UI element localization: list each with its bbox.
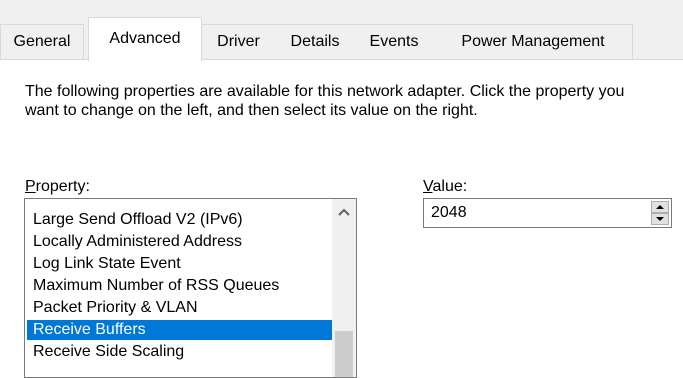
scroll-thumb[interactable] bbox=[335, 331, 353, 377]
property-scrollbar[interactable] bbox=[332, 199, 356, 377]
advanced-tab-panel: The following properties are available f… bbox=[0, 60, 683, 378]
value-label: Value: bbox=[423, 178, 468, 195]
property-item-packet-priority-vlan[interactable]: Packet Priority & VLAN bbox=[27, 298, 332, 318]
property-item-receive-side-scaling[interactable]: Receive Side Scaling bbox=[27, 342, 332, 362]
property-item-maximum-number-of-rss-queues[interactable]: Maximum Number of RSS Queues bbox=[27, 276, 332, 296]
scroll-up-button[interactable] bbox=[332, 199, 356, 221]
property-item-receive-buffers[interactable]: Receive Buffers bbox=[27, 320, 332, 340]
tab-power-management[interactable]: Power Management bbox=[434, 24, 633, 59]
tab-events[interactable]: Events bbox=[354, 24, 435, 59]
description-text: The following properties are available f… bbox=[25, 83, 625, 119]
property-listbox[interactable]: Large Send Offload V2 (IPv6) Locally Adm… bbox=[24, 198, 357, 378]
value-spinbox[interactable]: 2048 bbox=[423, 198, 672, 228]
triangle-up-icon bbox=[656, 205, 664, 209]
tab-driver[interactable]: Driver bbox=[201, 24, 277, 59]
property-label: Property: bbox=[25, 178, 90, 195]
tab-general[interactable]: General bbox=[0, 24, 84, 59]
property-item-large-send-offload-v2-ipv6[interactable]: Large Send Offload V2 (IPv6) bbox=[27, 210, 332, 230]
property-item-locally-administered-address[interactable]: Locally Administered Address bbox=[27, 232, 332, 252]
spin-up-button[interactable] bbox=[651, 201, 669, 213]
tab-advanced[interactable]: Advanced bbox=[88, 17, 202, 61]
tab-strip: General Advanced Driver Details Events P… bbox=[0, 0, 683, 61]
spin-down-button[interactable] bbox=[651, 213, 669, 225]
tab-details[interactable]: Details bbox=[276, 24, 355, 59]
property-item-log-link-state-event[interactable]: Log Link State Event bbox=[27, 254, 332, 274]
chevron-up-icon bbox=[338, 208, 350, 216]
triangle-down-icon bbox=[656, 217, 664, 221]
value-input[interactable]: 2048 bbox=[431, 203, 467, 223]
